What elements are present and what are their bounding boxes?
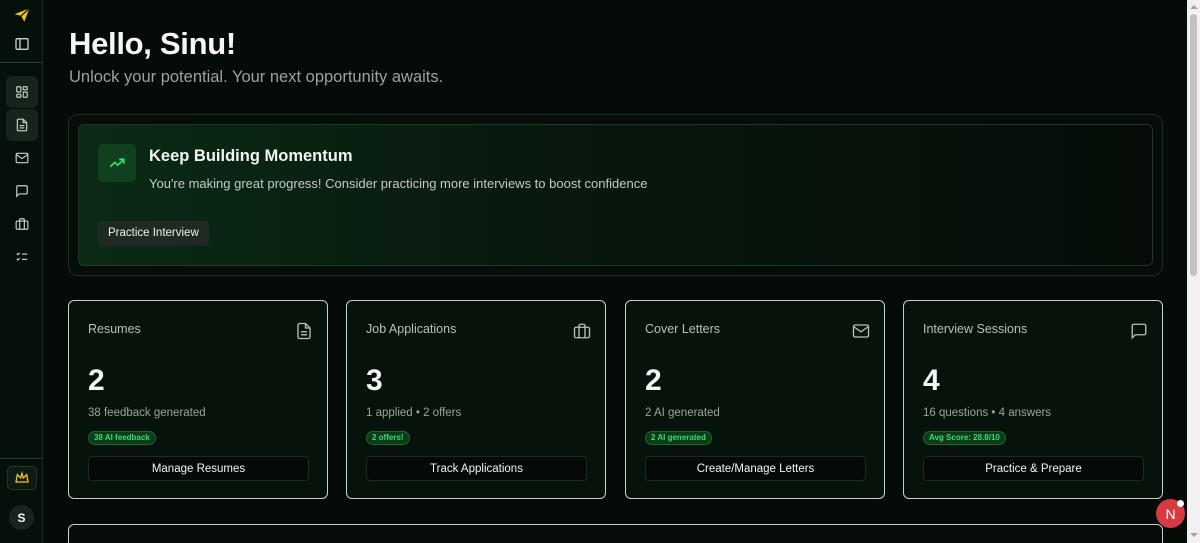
status-badge: 2 offers! — [366, 431, 410, 445]
page-subtitle: Unlock your potential. Your next opportu… — [69, 68, 444, 86]
status-badge: 38 AI feedback — [88, 431, 156, 445]
scroll-down-arrow-icon[interactable] — [1190, 533, 1198, 537]
card-cover-letters: Cover Letters 2 2 AI generated 2 AI gene… — [625, 300, 885, 499]
bottom-panel — [68, 524, 1163, 543]
notification-dot — [1177, 500, 1184, 507]
briefcase-icon — [573, 323, 591, 339]
card-resumes: Resumes 2 38 feedback generated 38 AI fe… — [68, 300, 328, 499]
main-content: Hello, Sinu! Unlock your potential. Your… — [43, 0, 1187, 543]
sidebar-item-resumes[interactable] — [6, 109, 38, 141]
page-title: Hello, Sinu! — [69, 26, 236, 61]
sidebar-item-cover-letters[interactable] — [6, 142, 38, 174]
mail-icon — [15, 152, 29, 164]
sidebar-toggle-icon[interactable] — [14, 36, 30, 52]
crown-icon — [15, 470, 29, 483]
practice-interview-button[interactable]: Practice Interview — [98, 221, 209, 246]
mail-icon — [852, 324, 870, 338]
sidebar-divider — [0, 62, 43, 63]
paper-plane-logo-icon[interactable] — [13, 6, 31, 24]
card-subtext: 16 questions • 4 answers — [923, 407, 1052, 419]
avatar[interactable]: S — [9, 505, 34, 530]
card-subtext: 2 AI generated — [645, 407, 720, 419]
checklist-icon — [16, 252, 28, 261]
scroll-thumb[interactable] — [1190, 14, 1197, 276]
card-value: 2 — [88, 364, 105, 397]
momentum-banner-inner: Keep Building Momentum You're making gre… — [78, 124, 1153, 266]
momentum-banner: Keep Building Momentum You're making gre… — [68, 114, 1163, 276]
document-icon — [297, 322, 311, 340]
document-icon — [16, 118, 28, 132]
sidebar-divider-bottom — [0, 458, 43, 459]
status-badge: Avg Score: 28.8/10 — [923, 431, 1006, 445]
upgrade-button[interactable] — [7, 466, 37, 490]
card-interview-sessions: Interview Sessions 4 16 questions • 4 an… — [903, 300, 1163, 499]
banner-title: Keep Building Momentum — [149, 147, 353, 165]
card-subtext: 38 feedback generated — [88, 407, 206, 419]
sidebar-item-interviews[interactable] — [6, 175, 38, 207]
create-manage-letters-button[interactable]: Create/Manage Letters — [645, 456, 866, 481]
card-title: Resumes — [88, 322, 141, 336]
card-value: 2 — [645, 364, 662, 397]
card-value: 4 — [923, 364, 940, 397]
sidebar: S — [0, 0, 43, 543]
sidebar-item-dashboard[interactable] — [6, 76, 38, 108]
track-applications-button[interactable]: Track Applications — [366, 456, 587, 481]
card-title: Cover Letters — [645, 322, 721, 336]
grid-icon — [16, 86, 28, 98]
scroll-up-arrow-icon[interactable] — [1190, 5, 1198, 9]
trending-up-icon — [98, 144, 136, 182]
banner-text: You're making great progress! Consider p… — [149, 176, 648, 191]
practice-prepare-button[interactable]: Practice & Prepare — [923, 456, 1144, 481]
manage-resumes-button[interactable]: Manage Resumes — [88, 456, 309, 481]
card-subtext: 1 applied • 2 offers — [366, 407, 462, 419]
scrollbar[interactable] — [1187, 0, 1200, 543]
card-title: Job Applications — [366, 322, 457, 336]
card-value: 3 — [366, 364, 383, 397]
status-badge: 2 AI generated — [645, 431, 712, 445]
card-title: Interview Sessions — [923, 322, 1028, 336]
chat-icon — [1131, 323, 1147, 340]
chat-icon — [16, 185, 28, 198]
briefcase-icon — [15, 218, 29, 230]
sidebar-item-applications[interactable] — [6, 208, 38, 240]
sidebar-item-tasks[interactable] — [6, 241, 38, 273]
card-job-applications: Job Applications 3 1 applied • 2 offers … — [346, 300, 606, 499]
